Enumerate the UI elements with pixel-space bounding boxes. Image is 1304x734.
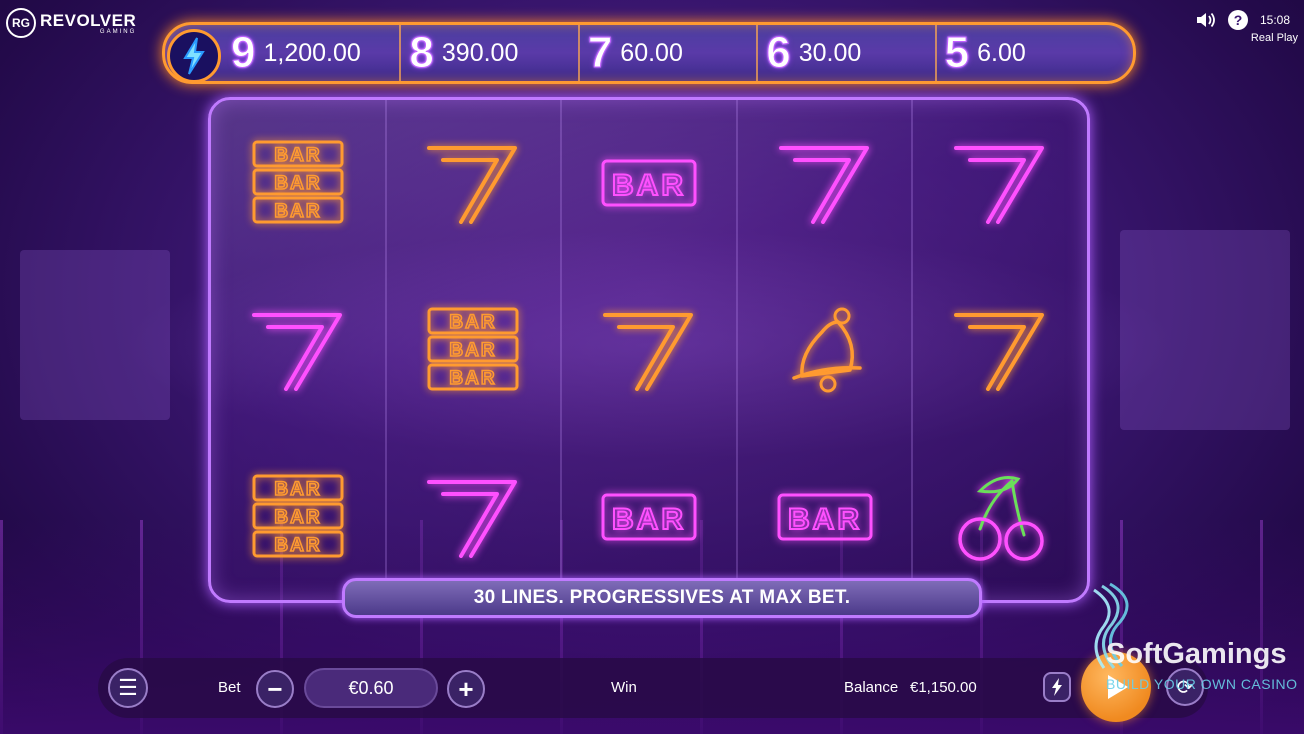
control-bar: ☰ Bet − €0.60 + Win Balance €1,150.00 ⟳ [98,652,1208,722]
watermark-name: SoftGamings [1106,638,1287,670]
reel-cell: BAR [562,433,736,600]
seven-symbol [954,313,1045,391]
revolver-gaming-logo: RG REVOLVER GAMING [6,8,136,38]
play-mode-label: Real Play [1250,32,1298,44]
jackpot-symbol: 6 [766,28,792,77]
jackpot-symbol: 9 [230,28,256,77]
jackpot-item: 8 390.00 [399,25,577,81]
clock: 15:08 [1259,13,1290,27]
svg-text:BAR: BAR [612,169,686,202]
hamburger-icon: ☰ [118,675,138,700]
jackpot-symbol: 5 [944,28,970,77]
svg-text:BAR: BAR [274,535,321,556]
message-bar: 30 LINES. PROGRESSIVES AT MAX BET. [342,578,982,618]
seven-symbol [251,313,342,391]
seven-symbol [954,146,1045,225]
balance-label: Balance [844,679,899,696]
bet-value: €0.60 [304,668,438,708]
jackpot-symbol: 8 [409,28,435,77]
softgamings-watermark: SoftGamings BUILD YOUR OWN CASINO [1070,580,1298,700]
reel-cell [211,267,385,434]
svg-text:BAR: BAR [450,312,497,333]
reel-cell [913,267,1087,434]
reel-cell [738,100,912,267]
menu-button[interactable]: ☰ [108,668,148,708]
bet-decrease-button[interactable]: − [256,670,294,708]
speaker-icon[interactable] [1196,11,1216,29]
single-bar-symbol: BAR [601,493,697,541]
jackpot-item: 6 30.00 [756,25,934,81]
top-right-controls: ? 15:08 [1180,10,1290,30]
background-building [1120,230,1290,430]
reel-cell [913,100,1087,267]
logo-sub: GAMING [99,28,137,35]
reel-cell [738,267,912,434]
triple-bar-symbol: BAR BAR BAR [252,474,344,558]
balance-value: €1,150.00 [910,679,977,696]
reel-cell: BAR [562,100,736,267]
jackpot-bar: 9 1,200.00 8 390.00 7 60.00 6 30.00 5 6.00 [162,22,1136,84]
jackpot-item: 9 1,200.00 [230,25,399,81]
reel-cell: BAR BAR BAR [211,433,385,600]
background-building [20,250,170,420]
logo-name: REVOLVER [40,10,137,30]
reel-cell [387,100,561,267]
minus-icon: − [267,673,283,704]
cherry-symbol [958,475,1044,561]
svg-text:BAR: BAR [274,173,321,194]
single-bar-symbol: BAR [601,159,697,207]
svg-text:BAR: BAR [274,145,321,166]
reel-cell [562,267,736,434]
reel-3: BAR BAR [562,100,738,600]
svg-text:BAR: BAR [274,507,321,528]
jackpot-amount: 60.00 [620,38,683,67]
turbo-button[interactable] [1043,672,1071,702]
svg-text:BAR: BAR [274,201,321,222]
reel-2: BAR BAR BAR [387,100,563,600]
bet-label: Bet [218,679,241,696]
jackpot-amount: 390.00 [441,38,519,67]
watermark-tagline: BUILD YOUR OWN CASINO [1106,676,1298,692]
lightning-icon [1052,678,1062,696]
bet-increase-button[interactable]: + [447,670,485,708]
svg-text:BAR: BAR [274,479,321,500]
reel-cell: BAR BAR BAR [387,267,561,434]
svg-text:BAR: BAR [450,340,497,361]
jackpot-item: 5 6.00 [934,25,1113,81]
reels-frame: BAR BAR BAR BAR BAR BAR BAR BAR BAR BAR BAR BAR [208,97,1090,603]
svg-text:BAR: BAR [450,368,497,389]
lightning-icon [167,29,221,83]
svg-text:BAR: BAR [788,503,862,536]
logo-badge: RG [6,8,36,38]
reel-1: BAR BAR BAR BAR BAR BAR [211,100,387,600]
seven-symbol [602,313,693,391]
jackpot-amount: 1,200.00 [263,38,361,67]
bell-symbol [791,307,862,393]
help-icon[interactable]: ? [1227,10,1248,30]
triple-bar-symbol: BAR BAR BAR [252,140,344,224]
reel-5 [913,100,1087,600]
reel-cell [387,433,561,600]
jackpot-amount: 30.00 [798,38,862,67]
triple-bar-symbol: BAR BAR BAR [427,307,519,391]
plus-icon: + [458,673,474,704]
win-label: Win [611,679,637,696]
seven-symbol [427,479,518,558]
jackpot-amount: 6.00 [977,38,1026,67]
reel-grid: BAR BAR BAR BAR BAR BAR BAR BAR BAR BAR BAR BAR [211,100,1087,600]
reel-cell [913,433,1087,600]
reel-4: BAR [738,100,914,600]
seven-symbol [427,146,518,225]
single-bar-symbol: BAR [777,493,873,541]
reel-cell: BAR [738,433,912,600]
svg-text:BAR: BAR [612,503,686,536]
jackpot-symbol: 7 [587,28,613,77]
reel-cell: BAR BAR BAR [211,100,385,267]
jackpot-item: 7 60.00 [577,25,756,81]
seven-symbol [778,146,869,225]
